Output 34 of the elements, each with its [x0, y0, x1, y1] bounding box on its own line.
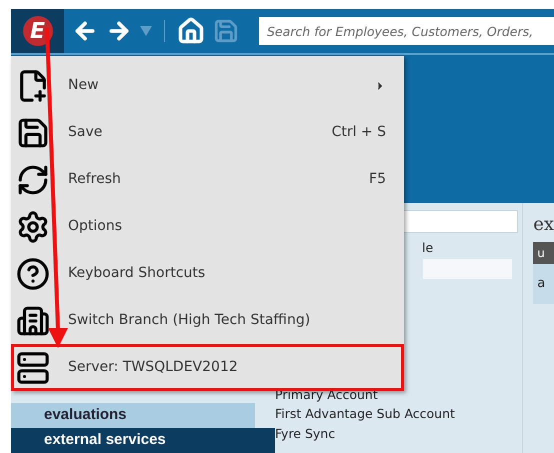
menu-item[interactable]: Keyboard Shortcuts [11, 250, 404, 297]
home-icon[interactable] [177, 17, 205, 45]
menu-item[interactable]: New [11, 62, 404, 109]
menu-item-label: Server: TWSQLDEV2012 [68, 358, 238, 377]
menu-item[interactable]: Server: TWSQLDEV2012 [11, 344, 404, 391]
settings-icon [16, 210, 50, 244]
menu-item-label: Switch Branch (High Tech Staffing) [68, 311, 310, 330]
menu-item-label: Keyboard Shortcuts [68, 264, 206, 283]
column-header: u [533, 242, 554, 264]
buildings-icon [16, 304, 50, 338]
panel-heading: ex [533, 213, 554, 237]
menu-item[interactable]: Switch Branch (High Tech Staffing) [11, 297, 404, 344]
nav-item[interactable]: evaluations [11, 403, 255, 428]
menu-item-label: New [68, 76, 99, 95]
app-logo-button[interactable]: E [22, 16, 52, 46]
menu-item[interactable]: Save Ctrl + S [11, 109, 404, 156]
shortcut-label: F5 [369, 170, 386, 189]
list-item[interactable]: Fyre Sync [275, 424, 518, 443]
server-icon [16, 350, 50, 384]
menu-item[interactable]: Options [11, 203, 404, 250]
menu-item[interactable]: Refresh F5 [11, 156, 404, 203]
menu-item-label: Refresh [68, 170, 121, 189]
nav-item[interactable]: external services [11, 428, 275, 453]
refresh-icon [16, 162, 50, 196]
save-icon [16, 116, 50, 150]
table-cell: a [533, 264, 554, 304]
search-field[interactable]: Search for Employees, Customers, Orders, [259, 17, 554, 45]
help-icon [16, 256, 50, 290]
list-item[interactable]: First Advantage Sub Account [275, 404, 518, 424]
column-label: le [422, 239, 434, 257]
selected-row[interactable] [423, 258, 512, 279]
menu-item-label: Options [68, 217, 122, 236]
shortcut-label: Ctrl + S [332, 123, 386, 142]
menu-item-label: Save [68, 123, 102, 142]
